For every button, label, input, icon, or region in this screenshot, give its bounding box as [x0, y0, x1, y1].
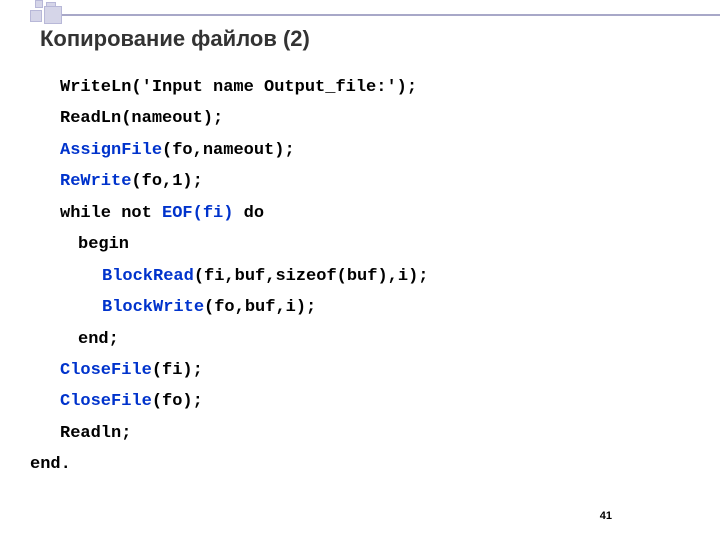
code-line: ReWrite(fo,1);	[30, 166, 428, 197]
code-line: begin	[30, 229, 428, 260]
code-line: CloseFile(fo);	[30, 386, 428, 417]
code-line: end;	[30, 324, 428, 355]
header-line	[62, 14, 720, 16]
code-line: ReadLn(nameout);	[30, 103, 428, 134]
code-line: AssignFile(fo,nameout);	[30, 135, 428, 166]
code-line: Readln;	[30, 418, 428, 449]
code-line: WriteLn('Input name Output_file:');	[30, 72, 428, 103]
page-number: 41	[600, 510, 612, 522]
code-line: BlockWrite(fo,buf,i);	[30, 292, 428, 323]
code-line: CloseFile(fi);	[30, 355, 428, 386]
code-line: BlockRead(fi,buf,sizeof(buf),i);	[30, 261, 428, 292]
code-line: end.	[30, 449, 428, 480]
code-block: WriteLn('Input name Output_file:'); Read…	[30, 72, 428, 481]
code-line: while not EOF(fi) do	[30, 198, 428, 229]
slide-title: Копирование файлов (2)	[40, 26, 310, 52]
